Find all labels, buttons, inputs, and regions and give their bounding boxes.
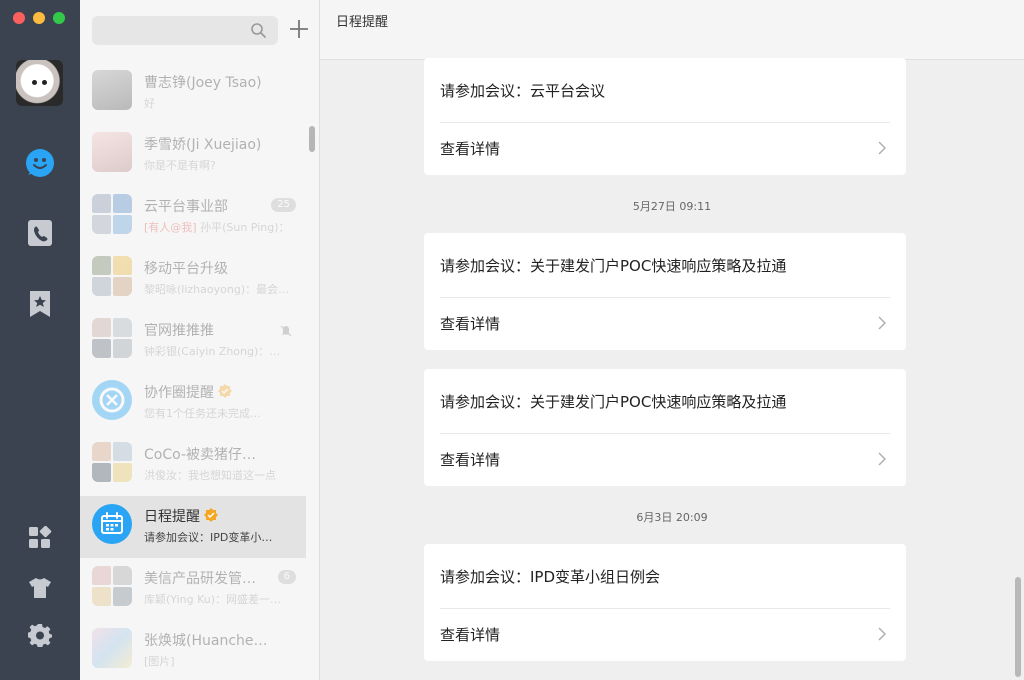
gear-icon[interactable] — [23, 618, 57, 652]
star-bookmark-icon[interactable] — [23, 287, 57, 321]
group-avatar — [92, 442, 132, 482]
zoom-window-button[interactable] — [53, 12, 65, 24]
message-timestamp: 6月3日 20:09 — [636, 511, 708, 524]
meeting-text: 请参加会议：关于建发门户POC快速响应策略及拉通 — [440, 257, 787, 275]
group-avatar — [92, 256, 132, 296]
conversation-name: 移动平台升级 — [144, 261, 228, 277]
chat-header: 日程提醒 — [320, 0, 1024, 60]
mention-tag: [有人@我] — [144, 221, 197, 234]
list-item-selected[interactable]: 日程提醒 请参加会议：IPD变革小… — [80, 496, 306, 558]
avatar — [92, 628, 132, 668]
conversation-name: CoCo-被卖猪仔… — [144, 447, 256, 463]
divider — [440, 433, 890, 434]
chat-bubble-icon[interactable] — [23, 146, 57, 180]
conversation-preview: 钟彩银(Caiyin Zhong)：… — [144, 345, 281, 358]
conversation-preview: 库颖(Ying Ku)：网盛差一… — [144, 593, 282, 606]
view-details-link[interactable]: 查看详情 — [440, 624, 500, 645]
view-details-link[interactable]: 查看详情 — [440, 313, 500, 334]
chevron-right-icon[interactable] — [878, 451, 887, 470]
list-item[interactable]: 云平台事业部 25 [有人@我] 孙平(Sun Ping)： — [80, 186, 306, 248]
minimize-window-button[interactable] — [33, 12, 45, 24]
search-input[interactable] — [92, 16, 242, 45]
apps-grid-icon[interactable] — [23, 521, 57, 555]
phone-book-icon[interactable] — [23, 216, 57, 250]
chevron-right-icon[interactable] — [878, 315, 887, 334]
divider — [440, 297, 890, 298]
list-item[interactable]: 曹志铮(Joey Tsao) 好 — [80, 62, 306, 124]
conversation-name: 张焕城(Huanche… — [144, 633, 268, 649]
chevron-right-icon[interactable] — [878, 626, 887, 645]
list-scrollbar[interactable] — [309, 126, 315, 152]
mute-bell-icon — [280, 322, 292, 341]
conversation-name: 日程提醒 — [144, 506, 218, 526]
shirt-icon[interactable] — [23, 571, 57, 605]
meeting-text: 请参加会议：IPD变革小组日例会 — [440, 568, 661, 586]
close-window-button[interactable] — [13, 12, 25, 24]
meeting-card: 请参加会议：IPD变革小组日例会 查看详情 — [424, 544, 906, 661]
unread-badge: 25 — [271, 198, 296, 212]
conversation-preview: 您有1个任务还未完成… — [144, 407, 261, 420]
meeting-card: 请参加会议：关于建发门户POC快速响应策略及拉通 查看详情 — [424, 233, 906, 350]
conversation-preview: 黎昭咏(lizhaoyong)：最会… — [144, 283, 290, 296]
meeting-card: 请参加会议：关于建发门户POC快速响应策略及拉通 查看详情 — [424, 369, 906, 486]
list-item[interactable]: 张焕城(Huanche… [图片] — [80, 620, 306, 680]
list-item[interactable]: 协作圈提醒 您有1个任务还未完成… — [80, 372, 306, 434]
app-rail — [0, 0, 80, 680]
calendar-icon — [92, 504, 132, 544]
user-avatar[interactable] — [16, 60, 63, 106]
chevron-right-icon[interactable] — [878, 140, 887, 159]
conversation-preview: 好 — [144, 97, 155, 110]
conversation-name: 官网推推推 — [144, 323, 214, 339]
meeting-text: 请参加会议：关于建发门户POC快速响应策略及拉通 — [440, 393, 787, 411]
verified-badge-icon — [204, 508, 218, 522]
conversation-name: 美信产品研发管… — [144, 571, 256, 587]
conversation-preview: 请参加会议：IPD变革小… — [144, 531, 273, 544]
conversation-list: 曹志铮(Joey Tsao) 好 季雪娇(Ji Xuejiao) 你是不是有啊?… — [80, 0, 320, 680]
search-icon[interactable] — [251, 23, 266, 42]
avatar — [92, 380, 132, 420]
list-item[interactable]: 移动平台升级 黎昭咏(lizhaoyong)：最会… — [80, 248, 306, 310]
avatar — [92, 132, 132, 172]
view-details-link[interactable]: 查看详情 — [440, 449, 500, 470]
group-avatar — [92, 318, 132, 358]
verified-badge-icon — [218, 384, 232, 398]
conversation-name: 曹志铮(Joey Tsao) — [144, 75, 262, 91]
meeting-text: 请参加会议：云平台会议 — [440, 82, 606, 100]
conversation-preview: 你是不是有啊? — [144, 159, 216, 172]
chat-scrollbar[interactable] — [1015, 577, 1021, 677]
conversation-preview: [有人@我] 孙平(Sun Ping)： — [144, 219, 290, 235]
unread-badge: 6 — [277, 570, 296, 584]
list-item[interactable]: 季雪娇(Ji Xuejiao) 你是不是有啊? — [80, 124, 306, 186]
page-title: 日程提醒 — [336, 15, 389, 30]
search-box — [92, 16, 278, 45]
preview-text: 孙平(Sun Ping)： — [200, 221, 290, 234]
group-avatar — [92, 566, 132, 606]
window-controls — [13, 12, 65, 24]
group-avatar — [92, 194, 132, 234]
plus-icon[interactable] — [288, 18, 310, 40]
list-item[interactable]: CoCo-被卖猪仔… 洪俊汝：我也想知道这一点 — [80, 434, 306, 496]
avatar — [92, 70, 132, 110]
message-timestamp: 5月27日 09:11 — [632, 200, 712, 213]
chat-panel: 日程提醒 请参加会议：云平台会议 查看详情 5月27日 09:11 请参加会议：… — [320, 0, 1024, 680]
conversation-preview: 洪俊汝：我也想知道这一点 — [144, 469, 276, 482]
divider — [440, 122, 890, 123]
conversation-name: 云平台事业部 — [144, 199, 228, 215]
meeting-card: 请参加会议：云平台会议 查看详情 — [424, 58, 906, 175]
list-item[interactable]: 美信产品研发管… 6 库颖(Ying Ku)：网盛差一… — [80, 558, 306, 620]
list-item[interactable]: 官网推推推 钟彩银(Caiyin Zhong)：… — [80, 310, 306, 372]
conversation-name: 季雪娇(Ji Xuejiao) — [144, 137, 262, 153]
conversation-preview: [图片] — [144, 655, 175, 668]
divider — [440, 608, 890, 609]
conversation-name: 协作圈提醒 — [144, 382, 232, 402]
view-details-link[interactable]: 查看详情 — [440, 138, 500, 159]
